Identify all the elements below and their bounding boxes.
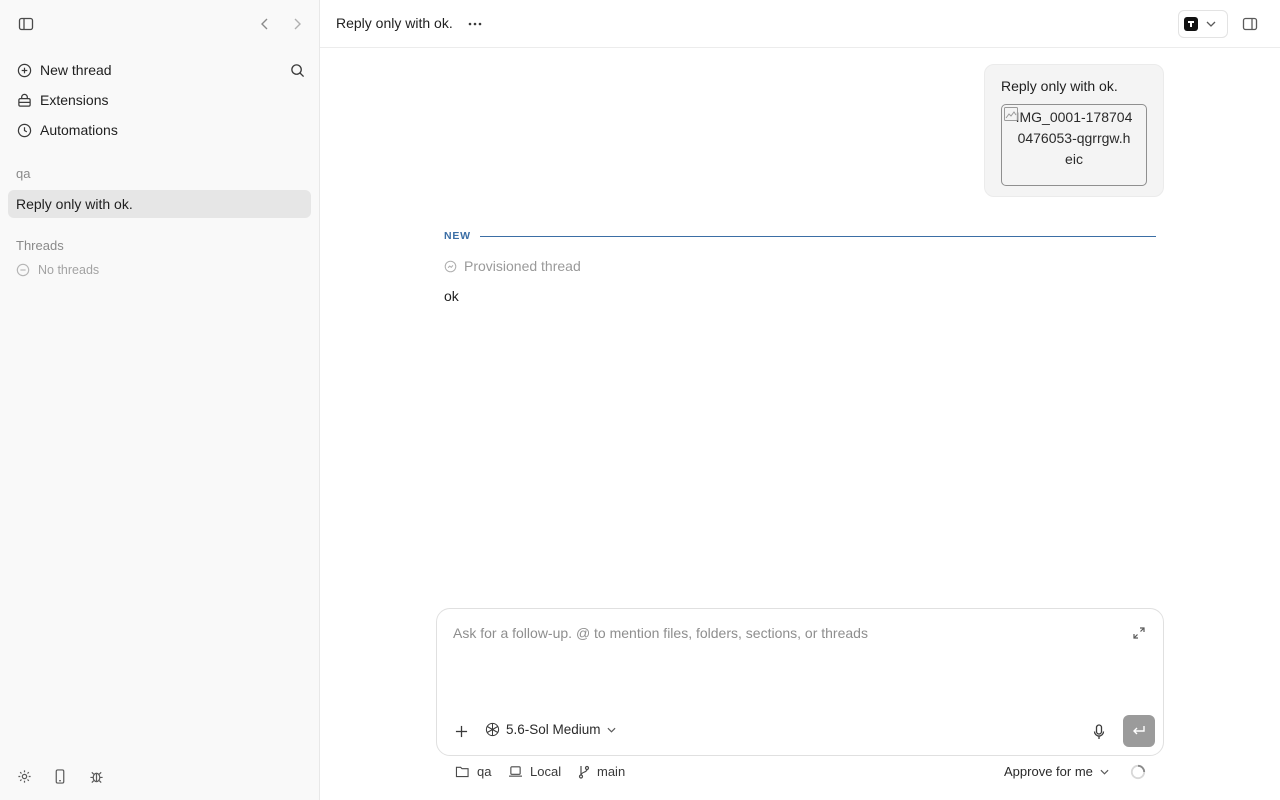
expand-icon	[1133, 627, 1145, 639]
user-message-text: Reply only with ok.	[1001, 78, 1118, 94]
new-divider-label: NEW	[444, 230, 471, 242]
footer-branch-label: main	[597, 764, 626, 779]
user-message-bubble: Reply only with ok. IMG_0001-17870404760…	[984, 64, 1164, 197]
chevron-down-icon	[1206, 21, 1216, 27]
add-attachment-button[interactable]	[453, 723, 469, 739]
attachment-alt-text: IMG_0001-1787040476053-qgrrgw.heic	[1015, 109, 1133, 167]
send-icon	[1133, 726, 1145, 735]
assistant-reply-text: ok	[444, 288, 459, 304]
debug-button[interactable]	[87, 767, 105, 785]
panel-right-icon	[1242, 17, 1258, 31]
footer-branch-selector[interactable]: main	[578, 764, 625, 779]
app-selector[interactable]	[1178, 10, 1228, 38]
extensions-icon	[16, 92, 32, 108]
settings-button[interactable]	[15, 767, 33, 785]
new-divider-line	[479, 235, 1156, 237]
new-thread-label: New thread	[40, 62, 112, 78]
toggle-sidebar-button[interactable]	[16, 14, 36, 34]
model-logo-icon	[485, 722, 500, 737]
provisioned-thread-label: Provisioned thread	[464, 258, 581, 274]
footer-location-label: Local	[530, 764, 562, 779]
expand-composer-button[interactable]	[1131, 625, 1147, 641]
more-icon	[468, 22, 482, 26]
bug-icon	[89, 771, 103, 783]
main-panel: Reply only with ok. Reply only with ok. …	[320, 0, 1280, 800]
sidebar-item-automations[interactable]: Automations	[8, 116, 311, 144]
mobile-button[interactable]	[51, 767, 69, 785]
sidebar-item-extensions[interactable]: Extensions	[8, 86, 311, 114]
context-usage-indicator[interactable]	[1129, 763, 1147, 781]
image-attachment[interactable]: IMG_0001-1787040476053-qgrrgw.heic	[1001, 104, 1147, 186]
git-branch-icon	[578, 765, 590, 779]
top-bar: Reply only with ok.	[320, 0, 1280, 48]
threads-section-label: Threads	[16, 238, 64, 253]
app-logo-icon	[1184, 17, 1198, 31]
forward-button[interactable]	[288, 14, 306, 34]
project-label: qa	[16, 166, 31, 181]
provisioned-icon	[444, 260, 457, 272]
thread-item-active[interactable]: Reply only with ok.	[8, 190, 311, 218]
automations-label: Automations	[40, 122, 118, 138]
model-selector[interactable]: 5.6-Sol Medium	[485, 722, 616, 737]
footer-location-selector[interactable]: Local	[508, 764, 561, 779]
composer: Ask for a follow-up. @ to mention files,…	[436, 608, 1164, 756]
folder-icon	[455, 766, 469, 778]
laptop-icon	[509, 766, 522, 777]
approval-mode-selector[interactable]: Approve for me	[1004, 764, 1109, 779]
voice-input-button[interactable]	[1091, 723, 1107, 741]
footer-project-label: qa	[477, 764, 492, 779]
chevron-left-icon	[261, 18, 268, 30]
chevron-right-icon	[294, 18, 301, 30]
sidebar: New thread Extensions Automations qa Rep…	[0, 0, 320, 800]
broken-image-icon	[1004, 107, 1018, 121]
no-threads-label: No threads	[38, 263, 100, 277]
new-thread-button[interactable]: New thread	[8, 56, 311, 84]
provisioned-thread-row: Provisioned thread	[444, 258, 581, 274]
sidebar-toggle-icon	[18, 17, 34, 31]
plus-icon	[455, 725, 467, 737]
back-button[interactable]	[256, 14, 274, 34]
gear-icon	[17, 769, 31, 783]
thread-title: Reply only with ok.	[336, 15, 453, 31]
model-name: 5.6-Sol Medium	[506, 722, 601, 737]
new-divider: NEW	[444, 229, 1156, 243]
chevron-down-icon	[607, 727, 616, 733]
chevron-down-icon	[1100, 769, 1109, 775]
no-threads-row: No threads	[16, 263, 99, 277]
phone-icon	[55, 768, 65, 784]
microphone-icon	[1093, 724, 1105, 739]
progress-ring-icon	[1130, 764, 1146, 780]
search-button[interactable]	[288, 61, 306, 79]
plus-circle-icon	[16, 62, 32, 78]
clock-icon	[16, 122, 32, 138]
thread-options-button[interactable]	[465, 14, 485, 34]
search-icon	[290, 63, 304, 77]
extensions-label: Extensions	[40, 92, 109, 108]
footer-project-selector[interactable]: qa	[455, 764, 491, 779]
send-button[interactable]	[1123, 715, 1155, 747]
approval-mode-label: Approve for me	[1004, 764, 1093, 779]
toggle-right-panel-button[interactable]	[1240, 14, 1260, 34]
thread-empty-icon	[16, 263, 30, 277]
composer-input[interactable]: Ask for a follow-up. @ to mention files,…	[453, 625, 1113, 641]
